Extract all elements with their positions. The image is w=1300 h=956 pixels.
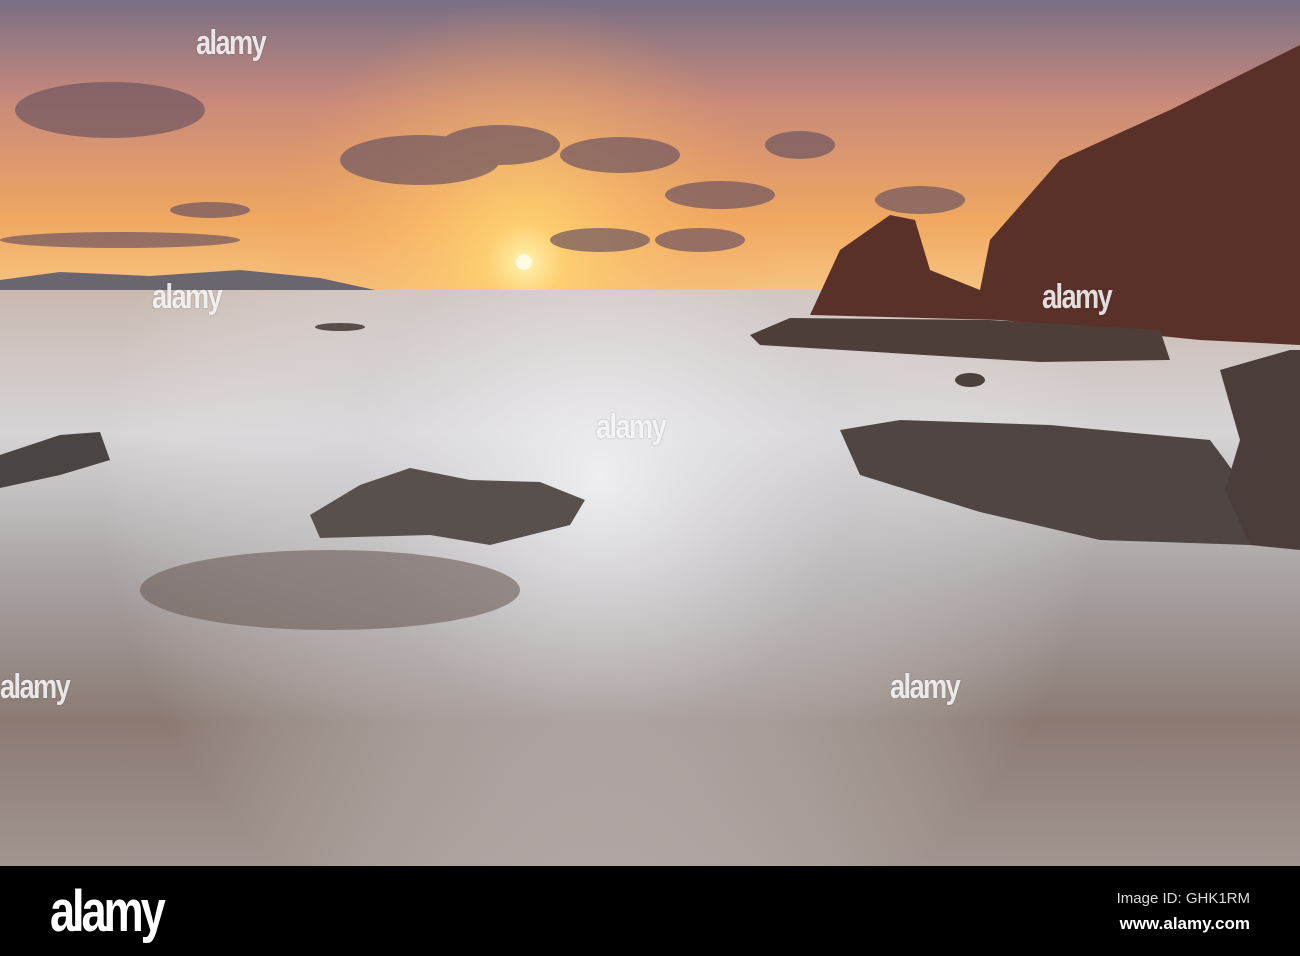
- alamy-logo: alamy: [50, 879, 166, 944]
- watermark: alamy: [0, 668, 71, 706]
- watermark: alamy: [196, 24, 267, 62]
- footer-bar: alamy Image ID: GHK1RM www.alamy.com: [0, 866, 1300, 956]
- watermark: alamy: [1042, 278, 1113, 316]
- site-url: www.alamy.com: [1119, 914, 1250, 933]
- watermark: alamy: [890, 668, 961, 706]
- watermark: alamy: [596, 408, 667, 446]
- seascape-photo: alamy alamy alamy alamy alamy alamy: [0, 0, 1300, 866]
- watermark: alamy: [152, 278, 223, 316]
- image-id: Image ID: GHK1RM: [1116, 890, 1250, 907]
